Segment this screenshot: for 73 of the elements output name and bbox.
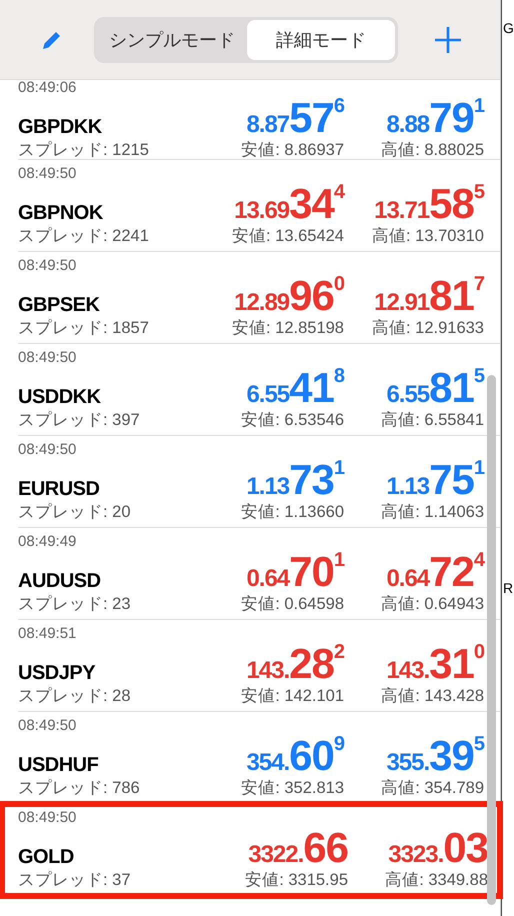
spread-text: スプレッド: 1215 (18, 140, 150, 160)
symbol-name: USDJPY (18, 662, 96, 684)
low-price: 安値: 13.65424 (231, 226, 344, 246)
symbol-name: GBPDKK (18, 116, 103, 138)
price-quote: 143.28$^{2}$ (245, 642, 344, 684)
high-price: 高値: 354.789 (380, 778, 484, 798)
price-quote: 8.8879$^{1}$ (385, 96, 484, 138)
price-quote: 1.1375$^{1}$ (385, 458, 484, 500)
spread-text: スプレッド: 786 (18, 778, 141, 798)
quote-time: 08:49:06 (18, 78, 76, 96)
price-quote: 12.8996$^{0}$ (233, 274, 344, 316)
high-price: 高値: 3349.88 (384, 870, 488, 890)
spread-text: スプレッド: 23 (18, 594, 132, 614)
price-quote: 6.5541$^{8}$ (245, 366, 344, 408)
price-quote: 0.6472$^{4}$ (385, 550, 484, 592)
low-price: 安値: 142.101 (240, 686, 344, 706)
spread-text: スプレッド: 20 (18, 502, 132, 522)
high-price: 高値: 8.88025 (380, 140, 484, 160)
price-quote: 0.6470$^{1}$ (245, 550, 344, 592)
mode-tab[interactable]: 詳細モード (247, 20, 395, 60)
symbol-name: USDHUF (18, 754, 100, 776)
symbol-name: USDDKK (18, 386, 102, 408)
price-quote: 1.1373$^{1}$ (245, 458, 344, 500)
low-price: 安値: 352.813 (240, 778, 344, 798)
high-price: 高値: 1.14063 (380, 502, 484, 522)
spread-text: スプレッド: 1857 (18, 318, 150, 338)
symbol-name: GBPNOK (18, 202, 104, 224)
price-quote: 143.31$^{0}$ (385, 642, 484, 684)
price-quote: 13.6934$^{4}$ (233, 182, 344, 224)
high-price: 高値: 13.70310 (371, 226, 484, 246)
quote-row[interactable]: 08:49:50 GBPSEK 12.8996$^{0}$ 12.9181$^{7}$ スプレッド: 1857 安値: 12.85198 高値: 12.91633 (18, 252, 500, 344)
quote-row[interactable]: 08:49:50 GOLD 3322.66 3323.03 スプレッド: 37 安値: 3315.95 高値: 3349.88 (2, 804, 500, 896)
scrollbar[interactable] (487, 375, 496, 905)
price-quote: 13.7158$^{5}$ (373, 182, 484, 224)
low-price: 安値: 1.13660 (240, 502, 344, 522)
symbol-name: AUDUSD (18, 570, 102, 592)
quote-time: 08:49:50 (18, 348, 76, 366)
add-icon[interactable] (434, 26, 462, 54)
symbol-name: EURUSD (18, 478, 100, 500)
low-price: 安値: 6.53546 (240, 410, 344, 430)
mode-tab[interactable]: シンプルモード (97, 20, 247, 60)
price-quote: 355.39$^{5}$ (385, 734, 484, 776)
price-quote: 3323.03 (387, 826, 488, 868)
quote-time: 08:49:50 (18, 808, 76, 826)
chart-label: R (503, 580, 514, 596)
low-price: 安値: 3315.95 (244, 870, 348, 890)
quote-time: 08:49:50 (18, 716, 76, 734)
spread-text: スプレッド: 2241 (18, 226, 150, 246)
price-quote: 12.9181$^{7}$ (373, 274, 484, 316)
low-price: 安値: 0.64598 (240, 594, 344, 614)
high-price: 高値: 6.55841 (380, 410, 484, 430)
quote-time: 08:49:51 (18, 624, 76, 642)
quote-row[interactable]: 08:49:06 GBPDKK 8.8757$^{6}$ 8.8879$^{1}$ スプレッド: 1215 安値: 8.86937 高値: 8.88025 (18, 80, 500, 160)
quote-time: 08:49:49 (18, 532, 76, 550)
high-price: 高値: 12.91633 (371, 318, 484, 338)
price-quote: 3322.66 (247, 826, 348, 868)
price-quote: 8.8757$^{6}$ (245, 96, 344, 138)
spread-text: スプレッド: 37 (18, 870, 132, 890)
quote-row[interactable]: 08:49:50 GBPNOK 13.6934$^{4}$ 13.7158$^{5}$ スプレッド: 2241 安値: 13.65424 高値: 13.70310 (18, 160, 500, 252)
high-price: 高値: 0.64943 (380, 594, 484, 614)
spread-text: スプレッド: 397 (18, 410, 141, 430)
quote-time: 08:49:50 (18, 440, 76, 458)
symbol-name: GBPSEK (18, 294, 100, 316)
chart-label: G (503, 20, 514, 36)
low-price: 安値: 8.86937 (240, 140, 344, 160)
high-price: 高値: 143.428 (380, 686, 484, 706)
price-quote: 354.60$^{9}$ (245, 734, 344, 776)
quote-time: 08:49:50 (18, 164, 76, 182)
low-price: 安値: 12.85198 (231, 318, 344, 338)
price-quote: 6.5581$^{5}$ (385, 366, 484, 408)
symbol-name: GOLD (18, 846, 75, 868)
quote-time: 08:49:50 (18, 256, 76, 274)
spread-text: スプレッド: 28 (18, 686, 132, 706)
